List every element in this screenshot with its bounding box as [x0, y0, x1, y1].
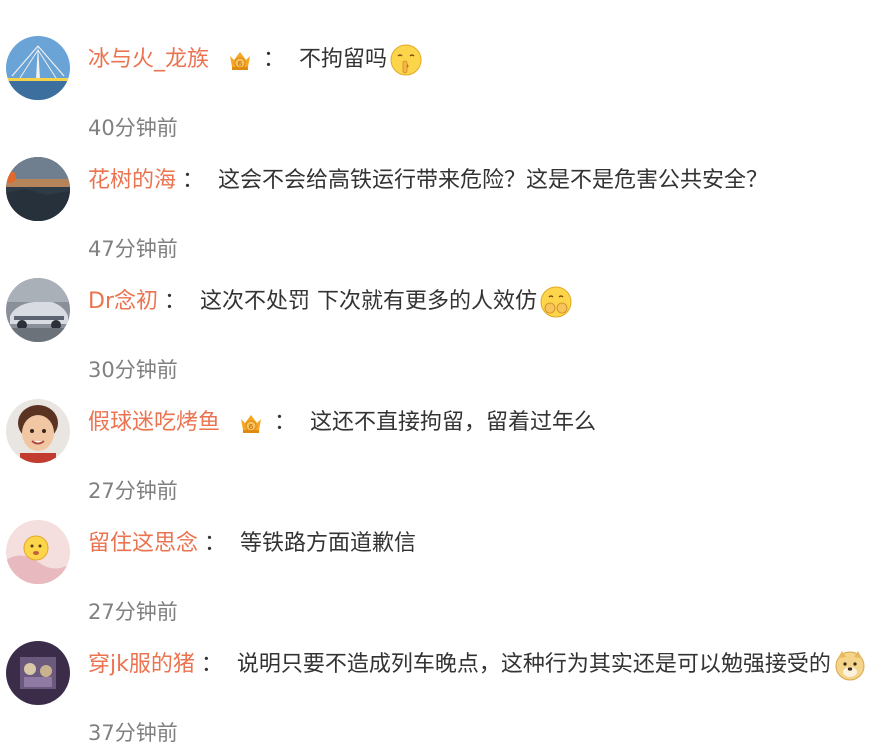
- avatar[interactable]: [6, 520, 70, 584]
- comment-text: 说明只要不造成列车晚点，这种行为其实还是可以勉强接受的: [236, 652, 831, 677]
- doge-emoji-icon: [833, 648, 867, 682]
- avatar[interactable]: [6, 641, 70, 705]
- username[interactable]: 穿jk服的猪: [88, 648, 195, 682]
- comment-item: 留住这思念 ： 等铁路方面道歉信 27分钟前: [0, 520, 886, 630]
- timestamp: 37分钟前: [88, 721, 178, 745]
- car-photo-avatar-image: [6, 278, 70, 342]
- username[interactable]: 假球迷吃烤鱼: [88, 406, 220, 440]
- child-portrait-avatar-image: [6, 399, 70, 463]
- comment-text: 这会不会给高铁运行带来危险？这是不是危害公共安全？: [218, 168, 769, 193]
- svg-text:6: 6: [249, 423, 254, 431]
- separator: ：: [200, 652, 223, 677]
- comment-item: 冰与火_龙族 6 ： 不拘留吗 40分钟前: [0, 36, 886, 146]
- comment-item: Dr念初 ： 这次不处罚 下次就有更多的人效仿 30分钟前: [0, 278, 886, 388]
- separator: ：: [263, 47, 286, 72]
- username[interactable]: 花树的海: [88, 164, 176, 198]
- separator: ：: [274, 410, 297, 435]
- comment-item: 穿jk服的猪 ： 说明只要不造成列车晚点，这种行为其实还是可以勉强接受的 37分…: [0, 641, 886, 751]
- avatar[interactable]: [6, 278, 70, 342]
- bridge-sky-avatar-image: [6, 36, 70, 100]
- avatar[interactable]: [6, 399, 70, 463]
- avatar[interactable]: [6, 157, 70, 221]
- svg-text:6: 6: [238, 60, 243, 68]
- comment-item: 花树的海 ： 这会不会给高铁运行带来危险？这是不是危害公共安全？ 47分钟前: [0, 157, 886, 267]
- comment-item: 假球迷吃烤鱼 6 ： 这还不直接拘留，留着过年么 27分钟前: [0, 399, 886, 509]
- username[interactable]: Dr念初: [88, 285, 158, 319]
- sunset-landscape-avatar-image: [6, 157, 70, 221]
- comment-text: 这还不直接拘留，留着过年么: [310, 410, 597, 435]
- avatar[interactable]: [6, 36, 70, 100]
- separator: ：: [164, 289, 187, 314]
- comment-text: 不拘留吗: [299, 47, 388, 72]
- username[interactable]: 留住这思念: [88, 527, 198, 561]
- timestamp: 27分钟前: [88, 600, 178, 624]
- timestamp: 47分钟前: [88, 237, 178, 261]
- vip-crown-icon: 6: [227, 47, 253, 73]
- purple-photo-avatar-image: [6, 641, 70, 705]
- username[interactable]: 冰与火_龙族: [88, 43, 209, 77]
- vip-crown-icon: 6: [238, 410, 264, 436]
- shush-face-emoji-icon: [389, 43, 423, 77]
- timestamp: 40分钟前: [88, 116, 178, 140]
- timestamp: 30分钟前: [88, 358, 178, 382]
- separator: ：: [182, 168, 205, 193]
- timestamp: 27分钟前: [88, 479, 178, 503]
- hands-over-mouth-emoji-icon: [539, 285, 573, 319]
- comment-text: 这次不处罚 下次就有更多的人效仿: [200, 289, 538, 314]
- pink-emoji-avatar-image: [6, 520, 70, 584]
- comment-text: 等铁路方面道歉信: [240, 531, 417, 556]
- separator: ：: [204, 531, 227, 556]
